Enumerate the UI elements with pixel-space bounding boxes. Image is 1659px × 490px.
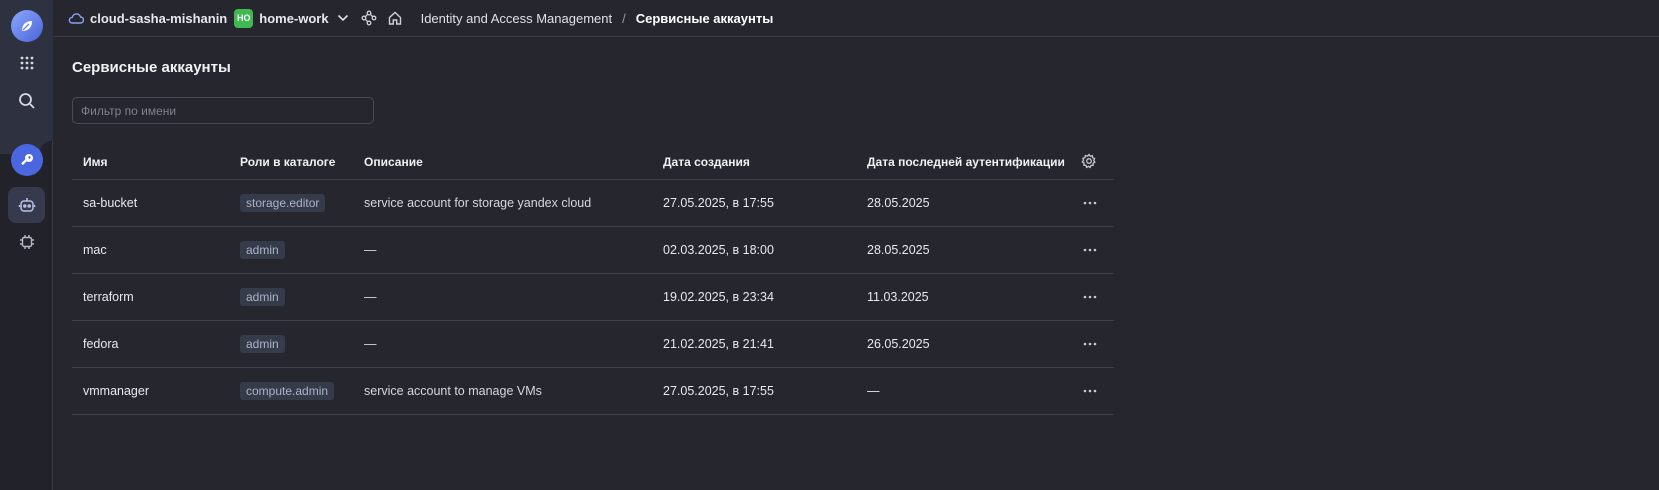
account-description: — (364, 243, 377, 257)
created-date: 19.02.2025, в 23:34 (663, 290, 774, 304)
last-auth-date: 11.03.2025 (867, 290, 929, 304)
account-name[interactable]: fedora (83, 337, 118, 351)
more-horizontal-icon[interactable] (1080, 334, 1100, 354)
cloud-icon (68, 12, 84, 24)
account-name[interactable]: terraform (83, 290, 134, 304)
breadcrumb-separator: / (622, 10, 626, 26)
role-tag: compute.admin (240, 382, 335, 400)
table-row[interactable]: sa-bucket storage.editor service account… (72, 180, 1114, 227)
role-tag: admin (240, 288, 285, 306)
column-header-name[interactable]: Имя (83, 155, 108, 169)
key-icon[interactable] (11, 144, 43, 176)
robot-icon[interactable] (8, 187, 45, 223)
sidebar (0, 0, 53, 490)
account-name[interactable]: sa-bucket (83, 196, 137, 210)
role-tag: storage.editor (240, 194, 326, 212)
account-name[interactable]: mac (83, 243, 107, 257)
top-header: cloud-sasha-mishanin НО home-work Identi… (53, 0, 1659, 37)
created-date: 27.05.2025, в 17:55 (663, 384, 774, 398)
more-horizontal-icon[interactable] (1080, 287, 1100, 307)
search-icon[interactable] (11, 85, 43, 117)
account-description: service account to manage VMs (364, 384, 542, 398)
created-date: 27.05.2025, в 17:55 (663, 196, 774, 210)
table-row[interactable]: fedora admin — 21.02.2025, в 21:41 26.05… (72, 321, 1114, 368)
role-tag: admin (240, 241, 285, 259)
breadcrumb-current: Сервисные аккаунты (635, 10, 774, 26)
home-icon[interactable] (387, 10, 403, 26)
more-horizontal-icon[interactable] (1080, 381, 1100, 401)
column-header-last-auth[interactable]: Дата последней аутентификации (867, 155, 1065, 169)
service-accounts-table: Имя Роли в каталоге Описание Дата создан… (72, 144, 1114, 415)
more-horizontal-icon[interactable] (1080, 193, 1100, 213)
chip-icon[interactable] (11, 226, 43, 258)
last-auth-date: 26.05.2025 (867, 337, 930, 351)
folder-name-link[interactable]: home-work (259, 11, 328, 26)
gear-icon[interactable] (1081, 153, 1097, 172)
account-description: service account for storage yandex cloud (364, 196, 592, 210)
table-row[interactable]: mac admin — 02.03.2025, в 18:00 28.05.20… (72, 227, 1114, 274)
created-date: 21.02.2025, в 21:41 (663, 337, 774, 351)
column-header-created[interactable]: Дата создания (663, 155, 750, 169)
folder-badge: НО (234, 8, 254, 28)
role-tag: admin (240, 335, 285, 353)
breadcrumb-service[interactable]: Identity and Access Management (421, 11, 613, 26)
column-header-roles: Роли в каталоге (240, 154, 336, 169)
created-date: 02.03.2025, в 18:00 (663, 243, 774, 257)
grid-dots-icon[interactable] (11, 47, 43, 79)
account-name[interactable]: vmmanager (83, 384, 149, 398)
table-row[interactable]: vmmanager compute.admin service account … (72, 368, 1114, 415)
last-auth-date: 28.05.2025 (867, 196, 930, 210)
account-description: — (364, 290, 377, 304)
table-header: Имя Роли в каталоге Описание Дата создан… (72, 144, 1114, 180)
chevron-down-icon[interactable] (337, 14, 349, 22)
cloud-name-link[interactable]: cloud-sasha-mishanin (90, 11, 227, 26)
nodes-icon[interactable] (361, 10, 377, 26)
last-auth-date: — (867, 384, 880, 398)
account-description: — (364, 337, 377, 351)
column-header-description: Описание (364, 154, 423, 169)
more-horizontal-icon[interactable] (1080, 240, 1100, 260)
table-row[interactable]: terraform admin — 19.02.2025, в 23:34 11… (72, 274, 1114, 321)
last-auth-date: 28.05.2025 (867, 243, 930, 257)
page-title: Сервисные аккаунты (72, 59, 231, 76)
yandex-cloud-logo-icon[interactable] (11, 10, 43, 42)
name-filter-input[interactable] (72, 97, 374, 124)
